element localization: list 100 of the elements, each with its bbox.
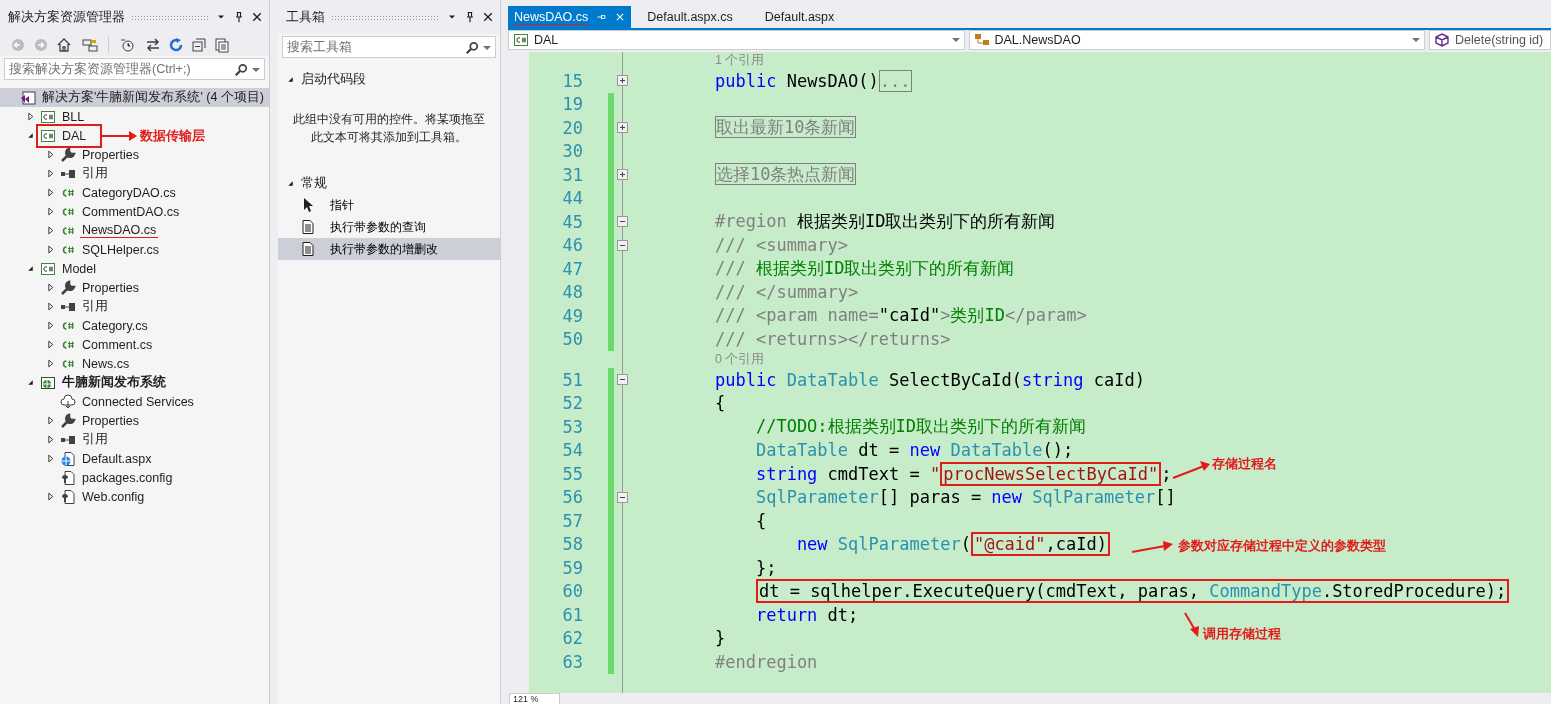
code-line: return dt; — [754, 604, 859, 625]
wrench-icon — [60, 146, 76, 163]
web-file-icon — [60, 450, 76, 467]
tree-item-label[interactable]: Properties — [80, 280, 141, 295]
collapse-icon[interactable] — [616, 239, 628, 251]
code-line: public NewsDAO()... — [715, 70, 912, 91]
tree-item-label[interactable]: News.cs — [80, 356, 132, 371]
arrow — [101, 130, 139, 142]
editor-tab[interactable]: NewsDAO.cs — [508, 6, 632, 28]
tree-item-label[interactable]: Model — [60, 261, 99, 276]
solution-icon — [20, 89, 36, 106]
line-number: 60 — [561, 581, 583, 602]
expand-icon[interactable] — [616, 122, 628, 134]
line-number: 63 — [561, 651, 583, 672]
tree-item-label[interactable]: Properties — [80, 413, 141, 428]
expand-icon[interactable] — [616, 75, 628, 87]
code-line: /// <param name="caId">类别ID</param> — [715, 304, 1087, 328]
code-line: DataTable dt = new DataTable(); — [754, 440, 1074, 461]
annotation-label: 数据传输层 — [140, 128, 205, 145]
line-number: 15 — [561, 70, 583, 91]
tree-item-label[interactable]: Category.cs — [80, 318, 150, 333]
tree-item-label[interactable]: packages.config — [80, 470, 175, 485]
annotation-label: 调用存储过程 — [1203, 626, 1281, 643]
tree-item-label[interactable]: Properties — [80, 147, 141, 162]
collapse-icon[interactable] — [616, 216, 628, 228]
code-line: } — [715, 628, 726, 649]
dropdown-icon[interactable] — [483, 46, 491, 50]
line-number: 62 — [561, 628, 583, 649]
line-number: 31 — [561, 164, 583, 185]
group-header[interactable]: 常规 — [301, 174, 327, 192]
line-number: 51 — [561, 369, 583, 390]
tree-item-label[interactable]: 引用 — [80, 431, 110, 448]
editor-tab[interactable]: Default.aspx — [758, 6, 841, 28]
line-number: 47 — [561, 258, 583, 279]
search-field[interactable]: 搜索解决方案资源管理器(Ctrl+;) — [4, 58, 265, 80]
line-number: 49 — [561, 305, 583, 326]
pin-icon — [233, 9, 245, 25]
toolbox-item[interactable]: 执行带参数的增删改 — [278, 238, 500, 260]
code-line: public DataTable SelectByCaId(string caId) — [715, 369, 1145, 390]
search-icon — [234, 62, 248, 78]
empty-group-message: 此组中没有可用的控件。将某项拖至此文本可将其添加到工具箱。 — [292, 111, 486, 146]
code-line: //TODO:根据类别ID取出类别下的所有新闻 — [754, 415, 1087, 439]
dropdown-icon[interactable] — [252, 68, 260, 72]
navigation-dropdown[interactable]: Delete(string id) — [1429, 30, 1551, 50]
pin-icon — [464, 9, 476, 25]
tree-item-label[interactable]: Default.aspx — [80, 451, 154, 466]
tree-item-label[interactable]: Web.config — [80, 489, 147, 504]
panel-title: 工具箱 — [286, 8, 325, 26]
search-field[interactable]: 搜索工具箱 — [282, 36, 496, 58]
tree-item-label[interactable]: SQLHelper.cs — [80, 242, 162, 257]
line-number: 61 — [561, 604, 583, 625]
tree-item-label[interactable]: 引用 — [80, 298, 110, 315]
collapsed-icon — [45, 492, 55, 501]
line-number: 53 — [561, 416, 583, 437]
line-number: 48 — [561, 282, 583, 303]
editor-tab[interactable]: Default.aspx.cs — [641, 6, 739, 28]
swap-arrows-icon — [145, 37, 161, 53]
tree-item-label[interactable]: BLL — [60, 109, 87, 124]
line-number: 45 — [561, 211, 583, 232]
toolbox-item[interactable]: 执行带参数的查询 — [278, 216, 500, 238]
collapse-all-icon — [191, 37, 207, 53]
cloud-icon — [60, 393, 76, 410]
code-line: /// <returns></returns> — [715, 329, 951, 350]
tree-item-label[interactable]: 引用 — [80, 165, 110, 182]
tree-item-label[interactable]: DAL — [60, 128, 89, 143]
tree-item-label[interactable]: 牛腩新闻发布系统 — [60, 374, 168, 391]
group-header[interactable]: 启动代码段 — [301, 70, 366, 88]
expand-icon[interactable] — [616, 169, 628, 181]
dropdown-icon[interactable] — [951, 38, 960, 42]
navigation-dropdown[interactable]: DAL.NewsDAO — [968, 30, 1425, 50]
line-number: 19 — [561, 94, 583, 115]
tree-item-label[interactable]: Comment.cs — [80, 337, 155, 352]
line-number: 52 — [561, 393, 583, 414]
class-icon — [973, 32, 990, 48]
config-file-icon — [60, 469, 76, 486]
navigation-dropdown[interactable]: DAL — [508, 30, 965, 50]
zoom-field[interactable]: 121 % — [509, 693, 560, 704]
tree-item-label[interactable]: Connected Services — [80, 394, 196, 409]
line-number: 55 — [561, 463, 583, 484]
line-number: 59 — [561, 557, 583, 578]
dropdown-icon[interactable] — [1412, 38, 1420, 42]
collapse-icon[interactable] — [616, 491, 628, 503]
code-line: /// </summary> — [715, 282, 859, 303]
tree-item-label[interactable]: CategoryDAO.cs — [80, 185, 178, 200]
line-number: 57 — [561, 510, 583, 531]
cube-icon — [1434, 32, 1450, 48]
tree-item-label[interactable]: NewsDAO.cs — [80, 223, 159, 238]
tree-item-label[interactable]: CommentDAO.cs — [80, 204, 182, 219]
code-line: #endregion — [715, 651, 818, 672]
wrench-icon — [60, 279, 76, 296]
line-number: 54 — [561, 440, 583, 461]
collapse-icon[interactable] — [616, 374, 628, 386]
snippet-icon — [300, 241, 316, 257]
csharp-project-icon — [40, 260, 56, 277]
back-icon — [10, 37, 26, 53]
toolbox-item[interactable]: 指针 — [278, 194, 500, 216]
panel-title: 解决方案资源管理器 — [8, 8, 125, 26]
search-icon — [465, 40, 479, 56]
code-line: #region 根据类别ID取出类别下的所有新闻 — [715, 210, 1056, 234]
line-number: 56 — [561, 487, 583, 508]
